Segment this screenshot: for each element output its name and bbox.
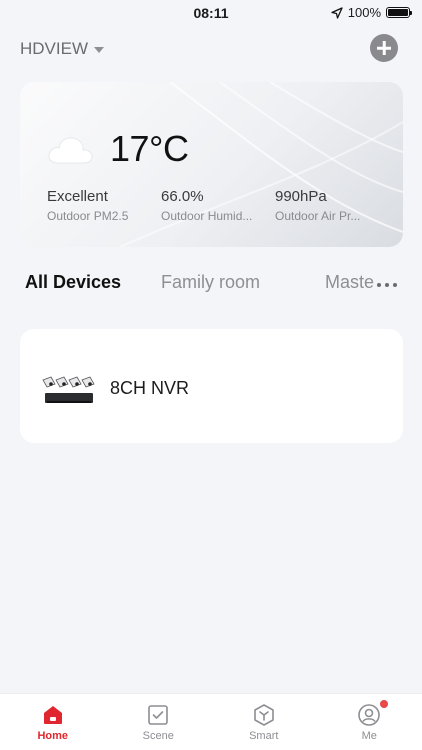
nav-label: Smart: [249, 730, 279, 742]
nvr-device-icon: [42, 376, 95, 403]
nav-home[interactable]: Home: [0, 694, 106, 750]
weather-main: 17°C: [46, 128, 189, 170]
home-selector[interactable]: HDVIEW: [20, 39, 104, 59]
metric-value: 990hPa: [275, 188, 327, 205]
cloud-icon: [48, 137, 93, 164]
device-name: 8CH NVR: [110, 378, 190, 398]
tab-master[interactable]: Master: [325, 272, 375, 293]
caret-down-icon: [94, 47, 104, 53]
metric-value: Excellent: [47, 188, 108, 205]
status-indicators: 100%: [331, 5, 412, 20]
tab-family-room[interactable]: Family room: [161, 272, 260, 293]
location-arrow-icon: [331, 6, 343, 19]
battery-icon: [386, 7, 412, 18]
more-tabs-button[interactable]: [377, 283, 397, 287]
device-card[interactable]: 8CH NVR: [20, 329, 403, 443]
metric-label: Outdoor Humid...: [161, 209, 253, 223]
status-bar: 08:11 100%: [0, 0, 422, 26]
nav-scene[interactable]: Scene: [106, 694, 212, 750]
nav-me[interactable]: Me: [317, 694, 422, 750]
nav-smart[interactable]: Smart: [211, 694, 317, 750]
notification-badge: [379, 700, 388, 708]
battery-percent: 100%: [347, 5, 381, 20]
header: HDVIEW: [20, 34, 402, 64]
bottom-nav: Home Scene Smart Me: [0, 693, 422, 750]
nav-label: Home: [37, 730, 69, 742]
nav-label: Scene: [142, 730, 174, 742]
tab-master-clip: Master: [325, 272, 375, 298]
weather-metrics: Excellent Outdoor PM2.5 66.0% Outdoor Hu…: [47, 188, 389, 223]
profile-icon: [358, 704, 381, 726]
metric-label: Outdoor PM2.5: [47, 209, 129, 223]
add-device-button[interactable]: [370, 34, 398, 62]
scene-icon: [148, 705, 169, 725]
temperature: 17°C: [110, 128, 189, 169]
nav-label: Me: [361, 730, 377, 742]
smart-icon: [253, 704, 274, 726]
metric-humidity: 66.0% Outdoor Humid...: [161, 188, 275, 223]
metric-air-pressure: 990hPa Outdoor Air Pr...: [275, 188, 389, 223]
room-tabs: All Devices Family room Master: [25, 272, 397, 298]
tab-all-devices[interactable]: All Devices: [25, 272, 121, 293]
metric-pm25: Excellent Outdoor PM2.5: [47, 188, 161, 223]
weather-card[interactable]: 17°C Excellent Outdoor PM2.5 66.0% Outdo…: [20, 82, 403, 247]
home-name: HDVIEW: [20, 39, 88, 58]
metric-label: Outdoor Air Pr...: [275, 209, 361, 223]
home-icon: [43, 706, 62, 724]
metric-value: 66.0%: [161, 188, 204, 205]
